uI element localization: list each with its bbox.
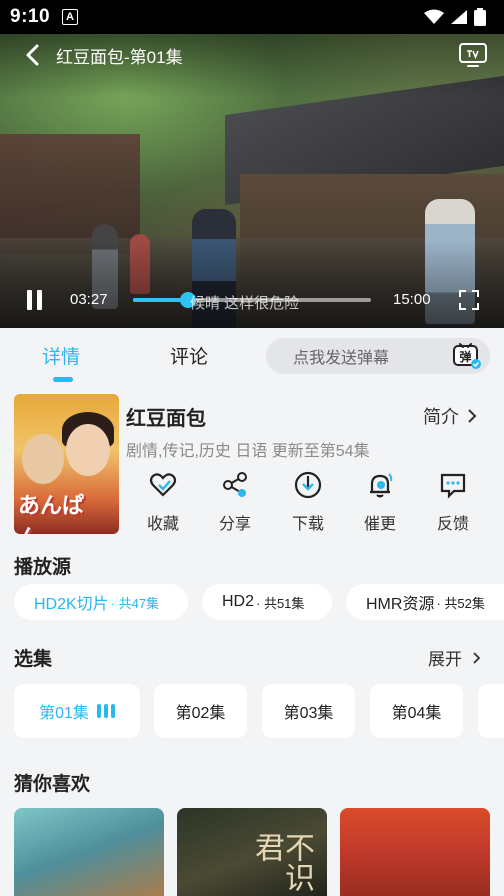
show-meta: 剧情,传记,历史 日语 更新至第54集	[126, 443, 370, 460]
sources-title: 播放源	[14, 557, 72, 578]
source-count: · 共51集	[256, 595, 305, 611]
signal-icon	[451, 10, 467, 24]
playing-indicator-icon	[96, 704, 115, 718]
recommend-card[interactable]	[340, 808, 490, 896]
episode-label: 第04集	[391, 705, 442, 722]
episode-item[interactable]: 第02集	[154, 684, 247, 738]
source-list: HD2K切片 · 共47集 HD2 · 共51集 HMR资源 · 共52集	[14, 584, 504, 620]
source-count: · 共47集	[110, 595, 160, 611]
feedback-button[interactable]: 反馈	[423, 470, 483, 534]
tab-details[interactable]: 详情	[42, 342, 80, 369]
poster-logo: あんぱん	[18, 494, 85, 534]
danmaku-icon-text: 弹	[459, 349, 471, 364]
download-label: 下载	[291, 516, 324, 533]
show-title: 红豆面包	[126, 408, 206, 430]
video-player[interactable]: 红豆面包-第01集 03:27 候晴 这样很危险 15:00	[0, 34, 504, 328]
expand-label: 展开	[428, 650, 462, 669]
episode-label: 第03集	[283, 705, 334, 722]
fullscreen-icon[interactable]	[458, 289, 480, 311]
expand-episodes-button[interactable]: 展开	[428, 645, 481, 670]
detail-tabs: 详情 评论 点我发送弹幕 弹	[0, 328, 504, 384]
intro-link[interactable]: 简介	[423, 403, 477, 429]
source-name: HMR资源	[366, 596, 435, 613]
tab-indicator	[53, 377, 73, 382]
video-title: 红豆面包-第01集	[56, 47, 183, 67]
episode-item[interactable]: 第04集	[370, 684, 463, 738]
total-time: 15:00	[393, 291, 431, 308]
recommend-card[interactable]	[14, 808, 164, 896]
episode-item[interactable]: 第03集	[262, 684, 355, 738]
battery-icon	[474, 8, 486, 26]
source-name: HD2K切片	[34, 596, 109, 613]
recommend-list: 不识君	[14, 808, 504, 896]
episode-item[interactable]	[478, 684, 504, 738]
notification-icon: A	[62, 9, 79, 25]
chevron-right-icon	[473, 651, 481, 664]
poster-figure	[66, 424, 110, 476]
current-time: 03:27	[70, 291, 108, 308]
danmaku-placeholder: 点我发送弹幕	[293, 350, 390, 367]
seek-bar[interactable]	[133, 292, 371, 308]
recommend-card-title-art: 不识君	[249, 832, 314, 892]
subtitle-text: 候晴 这样很危险	[190, 295, 300, 312]
source-name: HD2	[222, 593, 255, 610]
share-label: 分享	[218, 516, 251, 533]
back-arrow-icon	[26, 44, 39, 66]
source-item[interactable]: HD2K切片 · 共47集	[14, 584, 188, 620]
source-item[interactable]: HD2 · 共51集	[202, 584, 332, 620]
status-time: 9:10	[10, 6, 51, 27]
status-bar: 9:10 A	[0, 0, 504, 34]
show-poster[interactable]: あんぱん	[14, 394, 119, 534]
favorite-button[interactable]: 收藏	[133, 470, 193, 534]
pause-button[interactable]	[24, 288, 46, 312]
feedback-icon	[440, 473, 466, 499]
episodes-title: 选集	[14, 649, 53, 670]
poster-figure	[22, 434, 64, 484]
recommend-title: 猜你喜欢	[14, 774, 91, 795]
bell-icon	[370, 473, 393, 498]
back-button[interactable]	[20, 43, 44, 67]
favorite-label: 收藏	[146, 516, 179, 533]
status-icons	[424, 8, 486, 26]
tab-comments[interactable]: 评论	[170, 342, 208, 369]
seek-thumb[interactable]	[179, 292, 196, 308]
tv-cast-icon[interactable]	[458, 41, 488, 69]
intro-label: 简介	[423, 407, 459, 427]
source-item[interactable]: HMR资源 · 共52集	[346, 584, 504, 620]
share-button[interactable]: 分享	[205, 470, 265, 534]
action-bar: 收藏 分享 下载 催更 反馈	[126, 470, 486, 536]
chevron-right-icon	[468, 409, 477, 423]
share-icon	[223, 472, 247, 497]
player-top-bar: 红豆面包-第01集	[0, 34, 504, 76]
episode-item[interactable]: 第01集	[14, 684, 140, 738]
download-icon	[294, 471, 322, 499]
episode-label: 第01集	[39, 705, 89, 722]
feedback-label: 反馈	[436, 516, 469, 533]
danmaku-toggle-icon[interactable]: 弹	[452, 342, 482, 370]
source-count: · 共52集	[436, 595, 485, 611]
recommend-card[interactable]: 不识君	[177, 808, 327, 896]
danmaku-input[interactable]: 点我发送弹幕 弹	[266, 338, 490, 374]
wifi-icon	[424, 9, 444, 24]
episode-label: 第02集	[175, 705, 226, 722]
episode-list: 第01集 第02集 第03集 第04集	[14, 684, 504, 738]
remind-update-button[interactable]: 催更	[350, 470, 410, 534]
player-controls: 03:27 候晴 这样很危险 15:00	[0, 282, 504, 318]
remind-update-label: 催更	[363, 516, 396, 533]
heart-icon	[149, 473, 177, 497]
download-button[interactable]: 下载	[278, 470, 338, 534]
